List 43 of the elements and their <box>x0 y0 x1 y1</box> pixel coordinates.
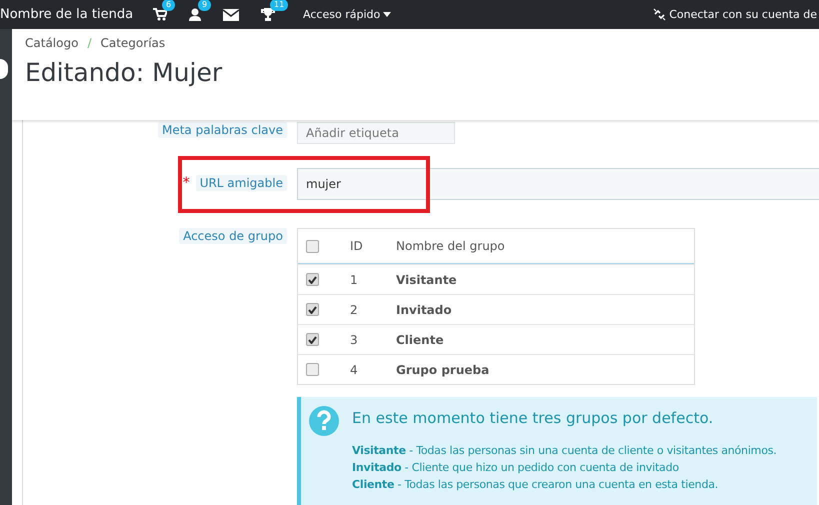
cart-icon[interactable] <box>153 8 168 21</box>
select-all-checkbox[interactable] <box>306 240 319 252</box>
info-title: En este momento tiene tres grupos por defecto. <box>352 409 714 427</box>
info-text: Invitado - Cliente que hizo un pedido con cuenta de invitado <box>352 460 680 476</box>
row-checkbox[interactable] <box>306 363 319 376</box>
info-text: Cliente - Todas las personas que crearon una cuenta en esta tienda. <box>352 477 720 493</box>
link-icon[interactable] <box>653 8 666 21</box>
tag-input-field[interactable]: Añadir etiqueta <box>297 122 455 144</box>
table-cell-text: 2 <box>350 302 359 316</box>
page-title: Editando: Mujer <box>25 58 224 87</box>
url-input-field[interactable]: mujer <box>297 168 819 200</box>
row-checkbox[interactable] <box>306 303 319 316</box>
column-header: Nombre del grupo <box>396 239 505 253</box>
info-text: Visitante - Todas las personas sin una cuenta de cliente o visitantes anónimos. <box>352 443 777 459</box>
quick-access-menu[interactable]: Acceso rápido <box>303 8 392 21</box>
table-cell-text: 1 <box>350 272 359 286</box>
field-label: URL amigable <box>196 175 287 191</box>
table-cell: Visitante <box>396 272 457 286</box>
help-icon <box>309 406 339 436</box>
connect-account-link[interactable]: Conectar con su cuenta de <box>669 8 817 21</box>
breadcrumb-link[interactable]: Categorías <box>100 36 166 50</box>
row-checkbox[interactable] <box>306 333 319 346</box>
notification-badge: 9 <box>198 0 212 11</box>
sidebar-toggle[interactable] <box>0 59 8 79</box>
column-header: ID <box>350 239 364 253</box>
table-cell: Invitado <box>396 302 452 316</box>
breadcrumb-separator: / <box>87 36 92 50</box>
row-checkbox[interactable] <box>306 273 319 286</box>
field-label: Acceso de grupo <box>179 228 287 244</box>
table-cell-text: 3 <box>350 332 359 346</box>
user-icon[interactable] <box>189 8 202 21</box>
field-label: Meta palabras clave <box>158 122 287 138</box>
shop-name[interactable]: Nombre de la tienda <box>0 7 134 22</box>
notification-badge: 11 <box>270 0 288 11</box>
trophy-icon[interactable] <box>261 8 276 21</box>
breadcrumb-link[interactable]: Catálogo <box>25 36 78 50</box>
table-cell-text: 4 <box>350 362 359 376</box>
table-cell: Cliente <box>396 332 444 346</box>
notification-badge: 6 <box>162 0 176 11</box>
table-cell: Grupo prueba <box>396 362 490 376</box>
required-mark: * <box>182 175 190 191</box>
mail-icon[interactable] <box>223 8 240 20</box>
caret-icon <box>383 12 392 17</box>
